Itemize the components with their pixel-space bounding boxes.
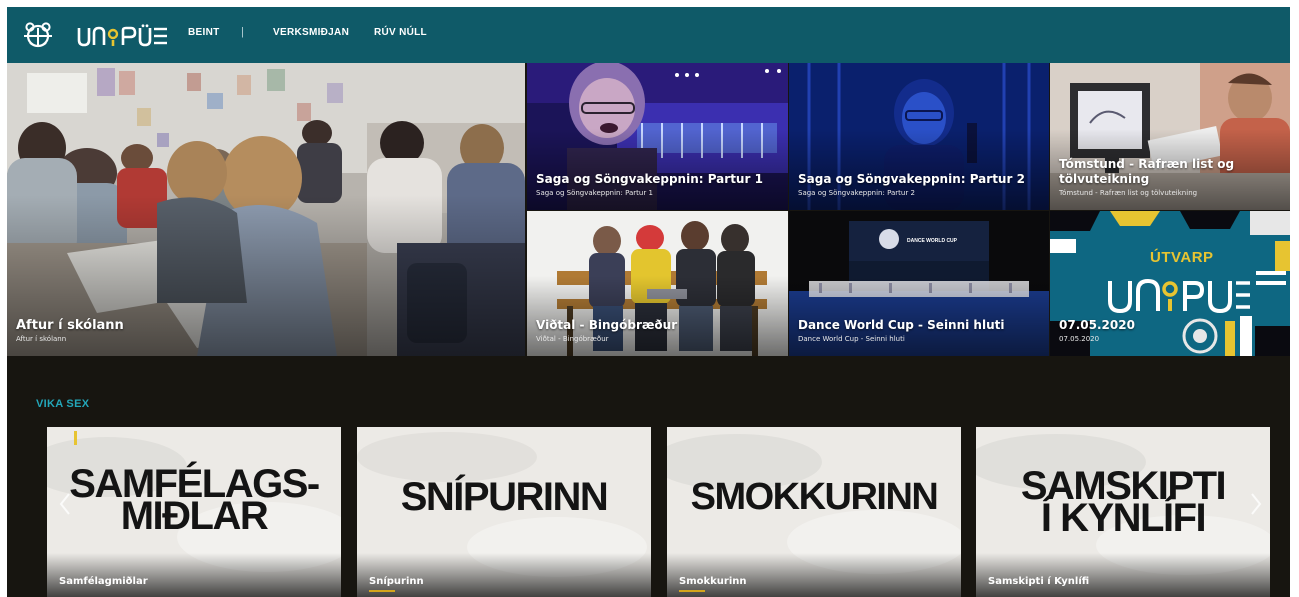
card-headline-line2: MIÐLAR — [120, 494, 269, 538]
featured-tile-tomstund[interactable]: Tómstund - Rafræn list og tölvuteikning … — [1050, 63, 1290, 210]
tile-caption: Aftur í skólann Aftur í skólann — [16, 318, 517, 344]
nav-link-verksmidjan[interactable]: VERKSMIÐJAN — [273, 27, 349, 38]
nav-separator: | — [241, 26, 244, 38]
card-samfelagsmidlar[interactable]: SAMFÉLAGS- MIÐLAR Samfélagmiðlar — [47, 427, 341, 597]
featured-tile-utvarp-07-05-2020[interactable]: ÚTVARP 07.05.2020 07.05.2020 — [1050, 211, 1290, 356]
tile-title: Saga og Söngvakeppnin: Partur 1 — [536, 172, 763, 186]
tile-subtitle: Saga og Söngvakeppnin: Partur 2 — [798, 189, 915, 197]
dance-world-cup-banner: DANCE WORLD CUP — [907, 238, 957, 244]
tile-title: Saga og Söngvakeppnin: Partur 2 — [798, 172, 1025, 186]
ungruv-wordmark-logo[interactable] — [77, 24, 169, 48]
card-caption-gradient — [47, 553, 341, 597]
featured-tile-saga-partur-2[interactable]: Saga og Söngvakeppnin: Partur 2 Saga og … — [789, 63, 1049, 210]
tile-subtitle: 07.05.2020 — [1059, 335, 1100, 343]
tile-title: Viðtal - Bingóbræður — [536, 318, 678, 332]
tile-caption: Viðtal - Bingóbræður Viðtal - Bingóbræðu… — [536, 318, 780, 344]
tile-title: 07.05.2020 — [1059, 318, 1135, 332]
card-caption-gradient — [667, 553, 961, 597]
nav-link-ruv-null[interactable]: RÚV NÚLL — [374, 27, 427, 38]
section-title-vika-sex: VIKA SEX — [36, 398, 90, 410]
card-label: Samfélagmiðlar — [59, 576, 148, 587]
card-headline-line1: SMOKKURINN — [690, 476, 939, 518]
card-underline — [679, 590, 705, 592]
caption-gradient — [527, 276, 788, 356]
tile-caption: 07.05.2020 07.05.2020 — [1059, 318, 1282, 344]
chevron-right-icon[interactable] — [1248, 491, 1264, 517]
card-label: Samskipti í Kynlífi — [988, 576, 1090, 587]
card-caption-gradient — [357, 553, 651, 597]
card-headline-line2: Í KYNLÍFI — [1040, 496, 1207, 540]
tile-subtitle: Aftur í skólann — [16, 335, 67, 343]
card-caption-gradient — [976, 553, 1270, 597]
featured-tile-aftur-i-skolann[interactable]: Aftur í skólann Aftur í skólann — [7, 63, 525, 356]
chevron-left-icon[interactable] — [57, 491, 73, 517]
tile-title: Dance World Cup - Seinni hluti — [798, 318, 1005, 332]
tile-subtitle: Dance World Cup - Seinni hluti — [798, 335, 905, 343]
scroll-indicator-mark — [74, 431, 77, 445]
tile-subtitle: Tómstund - Rafræn list og tölvuteikning — [1059, 189, 1198, 197]
caption-gradient — [789, 276, 1049, 356]
featured-tile-vidtal-bingobraedur[interactable]: Viðtal - Bingóbræður Viðtal - Bingóbræðu… — [527, 211, 788, 356]
tile-subtitle: Viðtal - Bingóbræður — [536, 335, 609, 343]
card-label: Smokkurinn — [679, 576, 747, 587]
card-smokkurinn[interactable]: SMOKKURINN Smokkurinn — [667, 427, 961, 597]
bear-emblem-icon[interactable] — [21, 19, 55, 53]
card-snipurinn[interactable]: SNÍPURINN Snípurinn — [357, 427, 651, 597]
featured-tile-saga-partur-1[interactable]: Saga og Söngvakeppnin: Partur 1 Saga og … — [527, 63, 788, 210]
tile-subtitle: Saga og Söngvakeppnin: Partur 1 — [536, 189, 653, 197]
top-navigation-bar: BEINT | VERKSMIÐJAN RÚV NÚLL — [7, 7, 1290, 63]
app-frame: BEINT | VERKSMIÐJAN RÚV NÚLL Aftur í skó… — [7, 7, 1290, 597]
utvarp-label: ÚTVARP — [1150, 249, 1214, 266]
tile-caption: Dance World Cup - Seinni hluti Dance Wor… — [798, 318, 1041, 344]
card-underline — [369, 590, 395, 592]
tile-title: Tómstund - Rafræn list og tölvuteikning — [1059, 157, 1235, 186]
card-samskipti-i-kynlifi[interactable]: SAMSKIPTI Í KYNLÍFI Samskipti í Kynlífi — [976, 427, 1270, 597]
tile-caption: Saga og Söngvakeppnin: Partur 1 Saga og … — [536, 172, 780, 198]
card-label: Snípurinn — [369, 576, 424, 587]
nav-link-beint[interactable]: BEINT — [188, 27, 220, 38]
tile-title: Aftur í skólann — [16, 318, 124, 333]
featured-tile-dance-world-cup[interactable]: DANCE WORLD CUP Dance World Cup - Seinni… — [789, 211, 1049, 356]
tile-caption: Saga og Söngvakeppnin: Partur 2 Saga og … — [798, 172, 1041, 198]
card-headline-line1: SNÍPURINN — [400, 475, 609, 519]
tile-caption: Tómstund - Rafræn list og tölvuteikning … — [1059, 157, 1282, 198]
